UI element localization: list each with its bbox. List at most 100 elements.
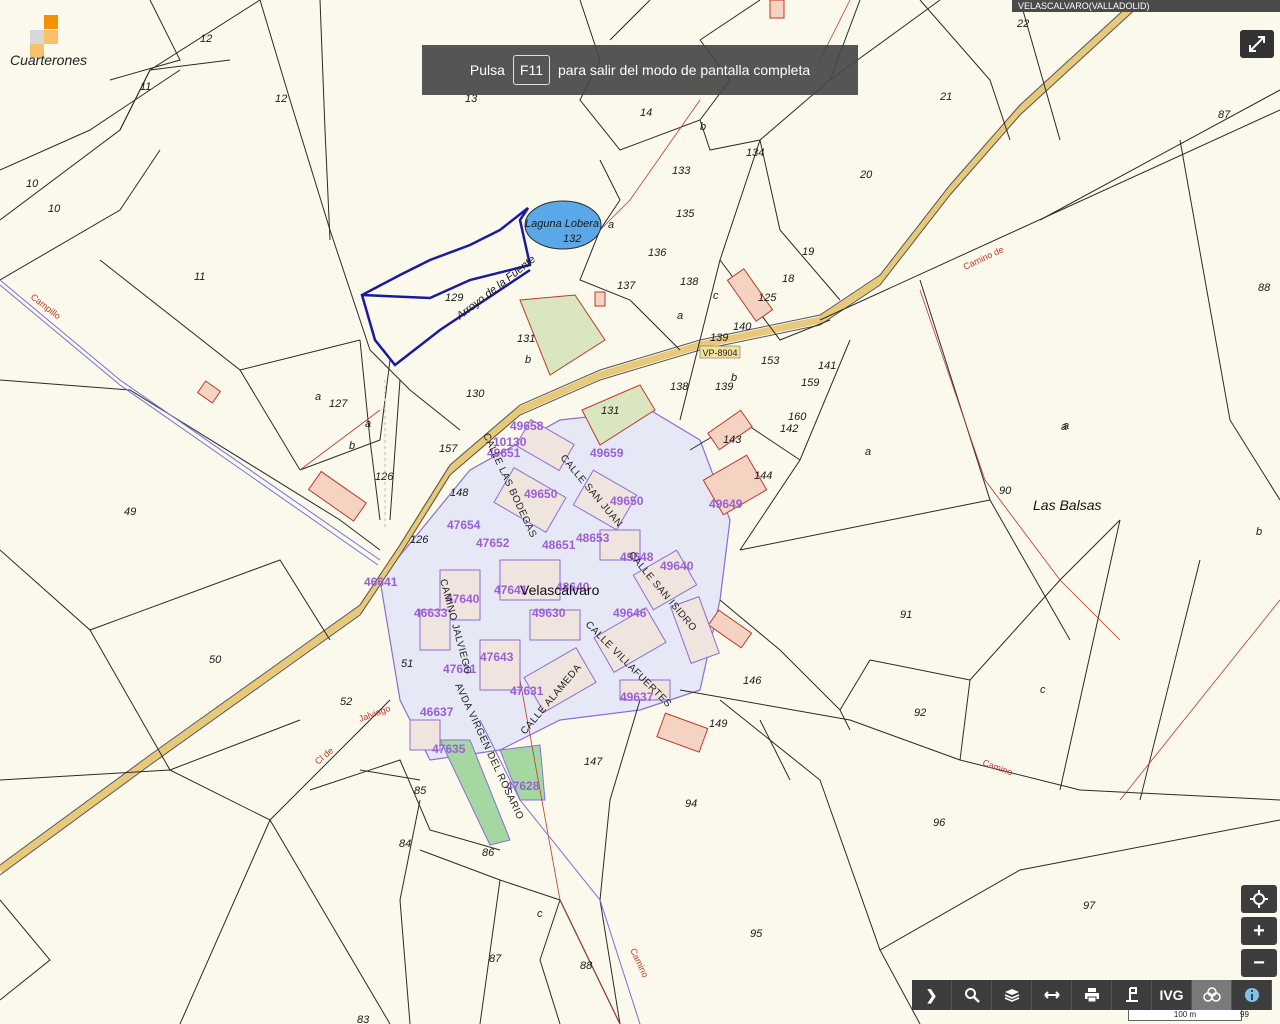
parcel-label-29: 127	[329, 398, 348, 410]
marker-button[interactable]	[1112, 980, 1152, 1010]
parcel-label-24: 131	[517, 333, 535, 345]
parcel-label-18: 138	[680, 276, 699, 288]
parcel-label-32: 138	[670, 381, 689, 393]
urban-ref-0: 49658	[510, 419, 544, 433]
urban-ref-23: 46637	[420, 705, 454, 719]
print-button[interactable]	[1072, 980, 1112, 1010]
camino-de-label: Camino de	[962, 244, 1006, 271]
parcel-label-44: 49	[124, 506, 136, 518]
zoom-out-button[interactable]: −	[1241, 949, 1277, 977]
urban-ref-17: 49646	[613, 606, 647, 620]
app-logo[interactable]: Cuarterones	[10, 10, 90, 70]
layers-button[interactable]	[992, 980, 1032, 1010]
ortho-icon	[1202, 987, 1221, 1002]
urban-ref-19: 49630	[532, 606, 566, 620]
subparcel-6: b	[349, 440, 355, 452]
parcel-label-25: 140	[733, 321, 752, 333]
measure-button[interactable]	[1032, 980, 1072, 1010]
parcel-label-49: 146	[743, 675, 762, 687]
parcel-label-15: 132	[563, 233, 581, 245]
urban-ref-21: 47643	[480, 650, 514, 664]
search-icon	[964, 988, 980, 1003]
fs-msg-key: F11	[512, 55, 550, 85]
urban-ref-8: 47652	[476, 536, 510, 550]
subparcel-5: a	[365, 418, 371, 430]
measure-icon	[1043, 991, 1060, 999]
subparcel-0: a	[608, 219, 614, 231]
parcel-label-28: 141	[818, 360, 836, 372]
parcel-label-26: 139	[710, 332, 728, 344]
logo-square-light	[44, 30, 58, 44]
collapse-toolbar-button[interactable]: ❯	[912, 980, 952, 1010]
ortho-button[interactable]	[1192, 980, 1232, 1010]
scale-bar: 100 m	[1128, 1010, 1242, 1021]
urban-ref-25: 47635	[432, 742, 466, 756]
urban-ref-5: 49650	[610, 494, 644, 508]
parcel-label-59: 95	[750, 928, 763, 940]
urban-ref-9: 48651	[542, 538, 576, 552]
parcel-label-31: 131	[601, 405, 619, 417]
subparcel-10: c	[1040, 684, 1046, 696]
parcel-label-40: 126	[375, 471, 394, 483]
parcel-label-36: 142	[780, 423, 798, 435]
parcel-label-5: 21	[939, 91, 952, 103]
urban-ref-13: 46641	[364, 575, 398, 589]
laguna-label: Laguna Lobera	[525, 218, 599, 230]
parcel-label-53: 85	[414, 785, 427, 797]
parcel-label-6: 22	[1016, 18, 1029, 30]
parcel-label-38: 144	[754, 470, 772, 482]
urban-ref-6: 49649	[709, 497, 743, 511]
parcel-label-43: 90	[999, 485, 1012, 497]
parcel-label-41: 148	[450, 487, 469, 499]
locate-button[interactable]	[1241, 885, 1277, 913]
cadastral-map[interactable]: VP-8904 121112 13142122871010111342013313…	[0, 0, 1280, 1024]
bottom-toolbar: ❯ IVG	[912, 980, 1272, 1010]
fullscreen-button[interactable]	[1240, 30, 1274, 58]
urban-ref-18: 46633	[414, 606, 448, 620]
parcel-label-0: 12	[200, 33, 212, 45]
parcel-label-57: 96	[933, 817, 946, 829]
parcel-label-30: 130	[466, 388, 485, 400]
ivg-button[interactable]: IVG	[1152, 980, 1192, 1010]
parcel-label-12: 20	[859, 169, 873, 181]
subparcel-14: c	[713, 290, 719, 302]
road-code: VP-8904	[702, 348, 737, 358]
urban-ref-4: 49650	[524, 487, 558, 501]
parcel-label-16: 136	[648, 247, 667, 259]
parcel-label-11: 134	[746, 147, 764, 159]
parcel-label-61: 88	[580, 960, 593, 972]
parcel-label-46: 52	[340, 696, 352, 708]
parcel-label-4: 14	[640, 107, 652, 119]
logo-square-grey	[30, 30, 44, 44]
logo-square-orange	[44, 15, 58, 29]
parcel-label-50: 92	[914, 707, 926, 719]
subparcel-1: b	[700, 121, 706, 133]
urban-ref-22: 47631	[510, 684, 544, 698]
parcel-label-39: 157	[439, 443, 458, 455]
camino-label-1: Camino	[981, 757, 1014, 777]
campillo-label: Campillo	[29, 292, 63, 321]
parcel-label-27: 153	[761, 355, 780, 367]
parcel-label-35: 160	[788, 411, 807, 423]
parcel-label-10: 11	[194, 271, 205, 283]
layers-icon	[1004, 989, 1019, 1002]
subparcel-11: a	[1061, 421, 1067, 433]
cl-de-label: Cl de	[313, 745, 336, 766]
info-icon	[1244, 988, 1259, 1002]
parcel-label-7: 87	[1218, 109, 1231, 121]
subparcel-9: b	[1256, 526, 1262, 538]
search-button[interactable]	[952, 980, 992, 1010]
info-button[interactable]	[1232, 980, 1272, 1010]
zoom-in-button[interactable]: +	[1241, 917, 1277, 945]
fullscreen-message: Pulsa F11 para salir del modo de pantall…	[422, 45, 858, 95]
parcel-label-42: 126	[410, 534, 429, 546]
parcel-label-37: 143	[723, 434, 742, 446]
parcel-label-8: 10	[26, 178, 39, 190]
urban-ref-3: 49659	[590, 446, 624, 460]
town-name: Velascálvaro	[520, 582, 600, 598]
parcel-label-34: 159	[801, 377, 819, 389]
parcel-label-19: 19	[802, 246, 814, 258]
parcel-label-48: 91	[900, 609, 912, 621]
jalviago-label: Jalviago	[357, 703, 391, 724]
subparcel-12: c	[537, 908, 543, 920]
